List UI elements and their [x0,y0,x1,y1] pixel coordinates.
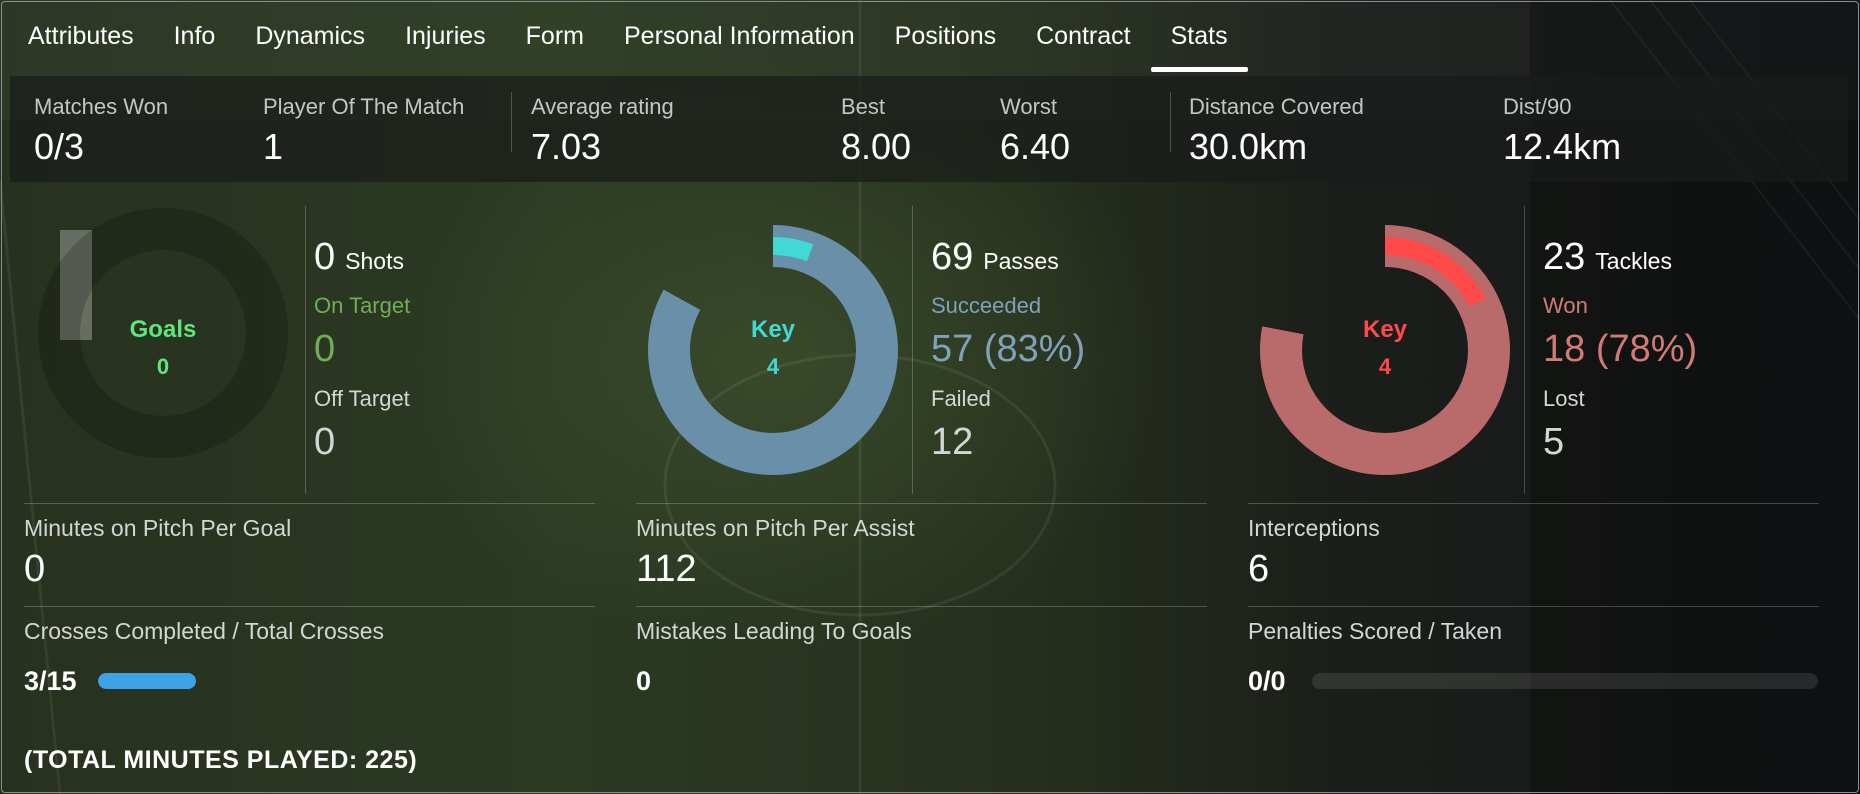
worst-rating-label: Worst [1000,94,1058,119]
crosses-value: 3/15 [24,666,77,696]
tackles-count: 23 [1543,236,1586,278]
on-target-label: On Target [314,293,411,318]
tab-form[interactable]: Form [506,8,604,64]
distance-covered-label: Distance Covered [1189,94,1364,119]
dist-per-90-label: Dist/90 [1503,94,1572,119]
passes-donut-title: Key [750,316,796,343]
worst-rating-value: 6.40 [1000,126,1071,167]
worst-rating-stat: Worst 6.40 [1000,94,1070,168]
row-divider [24,503,595,504]
succeeded-value: 57 (83%) [931,328,1086,370]
interceptions-label: Interceptions [1248,515,1380,541]
tab-injuries[interactable]: Injuries [385,8,506,64]
distance-covered-stat: Distance Covered 30.0km [1189,94,1364,168]
off-target-label: Off Target [314,386,410,411]
potm-value: 1 [263,126,284,167]
tab-attributes[interactable]: Attributes [0,8,154,64]
shots-count: 0 [314,236,336,278]
matches-won-label: Matches Won [34,94,169,119]
best-rating-stat: Best 8.00 [841,94,911,168]
row-divider [1248,606,1819,607]
tab-info[interactable]: Info [154,8,236,64]
total-minutes-footer: (TOTAL MINUTES PLAYED: 225) [24,746,418,774]
goals-donut-title: Goals [129,316,197,343]
tackles-label: Tackles [1595,248,1672,274]
tackles-donut-title: Key [1362,316,1408,343]
tab-bar: Attributes Info Dynamics Injuries Form P… [0,0,1248,72]
distance-covered-value: 30.0km [1189,126,1308,167]
potm-stat: Player Of The Match 1 [263,94,464,168]
crosses-bar [98,673,587,689]
won-label: Won [1543,293,1588,318]
passes-divider [912,206,913,494]
passes-title: 69 Passes [931,236,1059,279]
matches-won-value: 0/3 [34,126,85,167]
row-divider [636,503,1207,504]
tab-contract[interactable]: Contract [1016,8,1150,64]
mistakes-label: Mistakes Leading To Goals [636,618,912,644]
summary-divider [1170,92,1171,152]
mistakes-value: 0 [636,666,652,696]
penalties-label: Penalties Scored / Taken [1248,618,1503,644]
passes-donut-value: 4 [766,354,780,379]
tab-personal-information[interactable]: Personal Information [604,8,875,64]
row-divider [636,606,1207,607]
mins-per-assist-value: 112 [636,548,697,590]
on-target-value: 0 [314,328,336,370]
dist-per-90-stat: Dist/90 12.4km [1503,94,1621,168]
lost-label: Lost [1543,386,1585,411]
tab-dynamics[interactable]: Dynamics [235,8,385,64]
row-divider [24,606,595,607]
penalties-bar [1312,673,1818,689]
tackles-donut-value: 4 [1378,354,1392,379]
goals-donut-center: Goals 0 [103,316,223,380]
lost-value: 5 [1543,421,1565,463]
tab-positions[interactable]: Positions [875,8,1016,64]
passes-count: 69 [931,236,974,278]
row-divider [1248,503,1819,504]
dist-per-90-value: 12.4km [1503,126,1622,167]
shots-label: Shots [345,248,404,274]
average-rating-value: 7.03 [531,126,602,167]
tackles-title: 23 Tackles [1543,236,1672,279]
mins-per-goal-label: Minutes on Pitch Per Goal [24,515,292,541]
failed-value: 12 [931,421,974,463]
succeeded-label: Succeeded [931,293,1042,318]
best-rating-label: Best [841,94,886,119]
goals-donut-value: 0 [156,354,170,379]
matches-won-stat: Matches Won 0/3 [34,94,168,168]
shots-title: 0 Shots [314,236,404,279]
summary-strip: Matches Won 0/3 Player Of The Match 1 Av… [10,76,1848,182]
off-target-value: 0 [314,421,336,463]
average-rating-stat: Average rating 7.03 [531,94,674,168]
crosses-label: Crosses Completed / Total Crosses [24,618,385,644]
interceptions-value: 6 [1248,548,1270,590]
tackles-donut-center: Key 4 [1325,316,1445,380]
crosses-bar-fill [98,673,196,689]
mins-per-assist-label: Minutes on Pitch Per Assist [636,515,915,541]
won-value: 18 (78%) [1543,328,1698,370]
shots-divider [305,206,306,494]
mins-per-goal-value: 0 [24,548,46,590]
passes-label: Passes [983,248,1059,274]
tackles-divider [1524,206,1525,494]
best-rating-value: 8.00 [841,126,912,167]
failed-label: Failed [931,386,991,411]
potm-label: Player Of The Match [263,94,465,119]
passes-donut-center: Key 4 [713,316,833,380]
tab-stats[interactable]: Stats [1150,8,1248,72]
penalties-value: 0/0 [1248,666,1286,696]
average-rating-label: Average rating [531,94,674,119]
summary-divider [511,92,512,152]
